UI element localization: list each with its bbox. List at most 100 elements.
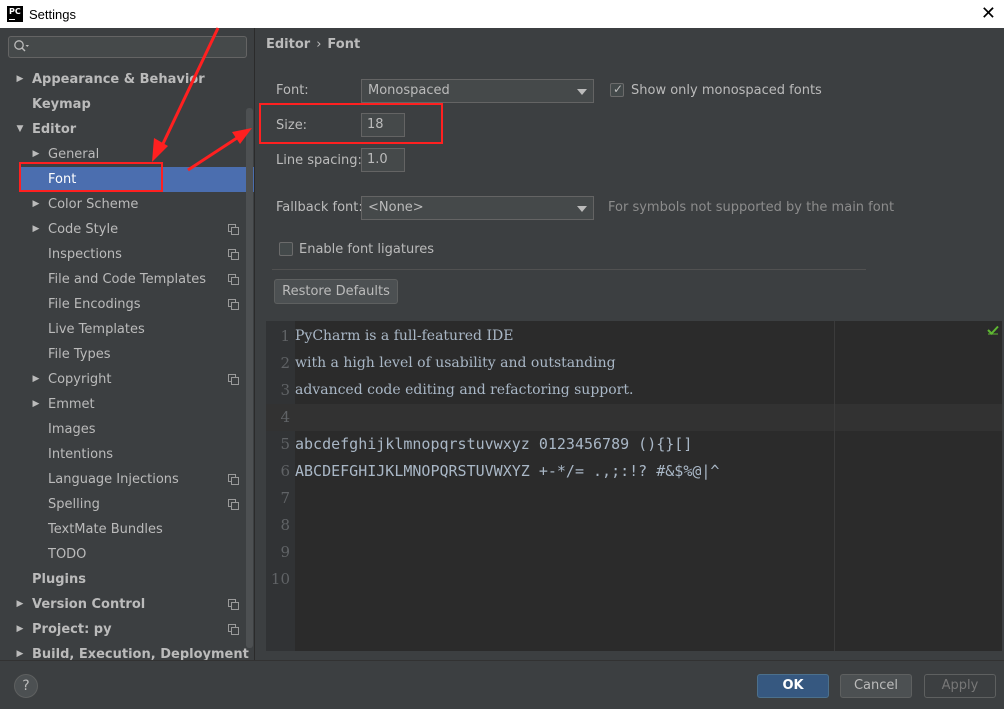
caret-row-highlight: [266, 404, 1002, 431]
chevron-right-icon[interactable]: ▶: [14, 592, 26, 617]
cancel-button[interactable]: Cancel: [840, 674, 912, 698]
project-scope-icon: [228, 299, 239, 310]
restore-defaults-button[interactable]: Restore Defaults: [274, 279, 398, 304]
sidebar-item-label: File and Code Templates: [48, 272, 206, 287]
fallback-font-label: Fallback font:: [276, 200, 363, 215]
sidebar-item-live-templates[interactable]: Live Templates: [0, 317, 254, 342]
preview-text: with a high level of usability and outst…: [295, 355, 616, 371]
line-number: 2: [280, 354, 290, 372]
sidebar-item-intentions[interactable]: Intentions: [0, 442, 254, 467]
sidebar-item-file-encodings[interactable]: File Encodings: [0, 292, 254, 317]
sidebar-item-spelling[interactable]: Spelling: [0, 492, 254, 517]
help-button[interactable]: ?: [14, 674, 38, 698]
sidebar-item-label: Intentions: [48, 447, 114, 462]
chevron-down-icon: [577, 206, 587, 212]
line-number: 4: [280, 408, 290, 426]
preview-text: advanced code editing and refactoring su…: [295, 382, 634, 398]
show-monospaced-label: Show only monospaced fonts: [631, 83, 822, 98]
sidebar-item-label: Editor: [32, 122, 77, 137]
sidebar-item-label: Inspections: [48, 247, 122, 262]
window-title: Settings: [29, 6, 76, 22]
font-label: Font:: [276, 83, 309, 98]
search-icon: [14, 40, 29, 52]
sidebar-item-editor[interactable]: ▼ Editor: [0, 117, 254, 142]
sidebar-item-language-injections[interactable]: Language Injections: [0, 467, 254, 492]
annotation-box-size: [259, 103, 443, 144]
font-preview-editor[interactable]: 1 PyCharm is a full-featured IDE 2 with a h…: [266, 321, 1002, 651]
sidebar-item-project-py[interactable]: ▶ Project: py: [0, 617, 254, 642]
fallback-font-value: <None>: [368, 200, 424, 215]
sidebar-scrollbar[interactable]: [246, 108, 253, 648]
chevron-down-icon: [577, 89, 587, 95]
line-number: 7: [280, 489, 290, 507]
preview-text: ABCDEFGHIJKLMNOPQRSTUVWXYZ +-*/= .,;:!? …: [295, 462, 720, 480]
sidebar-item-keymap[interactable]: Keymap: [0, 92, 254, 117]
sidebar-item-copyright[interactable]: ▶ Copyright: [0, 367, 254, 392]
line-number: 6: [280, 462, 290, 480]
dialog-footer: ? OK Cancel Apply: [0, 660, 1004, 709]
font-ligatures-label: Enable font ligatures: [299, 242, 435, 257]
sidebar-item-label: TODO: [48, 547, 87, 562]
ok-button[interactable]: OK: [757, 674, 829, 698]
chevron-right-icon[interactable]: ▶: [14, 617, 26, 642]
sidebar-item-appearance-behavior[interactable]: ▶ Appearance & Behavior: [0, 67, 254, 92]
show-monospaced-checkbox[interactable]: ✓: [610, 82, 624, 97]
sidebar-item-code-style[interactable]: ▶ Code Style: [0, 217, 254, 242]
line-number: 3: [280, 381, 290, 399]
sidebar-item-label: Spelling: [48, 497, 100, 512]
apply-button[interactable]: Apply: [924, 674, 996, 698]
line-number: 1: [280, 327, 290, 345]
sidebar-item-label: Appearance & Behavior: [32, 72, 205, 87]
sidebar-item-textmate-bundles[interactable]: TextMate Bundles: [0, 517, 254, 542]
sidebar-item-inspections[interactable]: Inspections: [0, 242, 254, 267]
sidebar-item-file-and-code-templates[interactable]: File and Code Templates: [0, 267, 254, 292]
sidebar-item-file-types[interactable]: File Types: [0, 342, 254, 367]
sidebar-item-label: Build, Execution, Deployment: [32, 647, 249, 660]
divider: [272, 269, 866, 270]
project-scope-icon: [228, 499, 239, 510]
sidebar-item-color-scheme[interactable]: ▶ Color Scheme: [0, 192, 254, 217]
sidebar-item-label: Copyright: [48, 372, 112, 387]
breadcrumb-parent: Editor: [266, 37, 311, 52]
project-scope-icon: [228, 624, 239, 635]
chevron-right-icon[interactable]: ▶: [30, 392, 42, 417]
close-icon[interactable]: ✕: [981, 3, 996, 24]
sidebar-item-label: Color Scheme: [48, 197, 139, 212]
font-dropdown[interactable]: Monospaced: [361, 79, 594, 103]
chevron-right-icon[interactable]: ▶: [14, 642, 26, 660]
sidebar-item-label: Keymap: [32, 97, 91, 112]
sidebar-item-todo[interactable]: TODO: [0, 542, 254, 567]
sidebar-item-plugins[interactable]: Plugins: [0, 567, 254, 592]
right-margin-guide: [834, 321, 835, 651]
fallback-font-hint: For symbols not supported by the main fo…: [608, 200, 895, 215]
line-spacing-field[interactable]: 1.0: [361, 148, 405, 172]
chevron-right-icon[interactable]: ▶: [14, 67, 26, 92]
sidebar-item-label: Live Templates: [48, 322, 145, 337]
check-icon: [987, 325, 999, 335]
breadcrumb-separator: ›: [316, 37, 322, 52]
sidebar-item-label: File Types: [48, 347, 111, 362]
chevron-down-icon[interactable]: ▼: [14, 117, 26, 142]
line-number: 8: [280, 516, 290, 534]
chevron-right-icon[interactable]: ▶: [30, 217, 42, 242]
project-scope-icon: [228, 224, 239, 235]
sidebar-item-label: Project: py: [32, 622, 112, 637]
sidebar-item-label: Plugins: [32, 572, 86, 587]
preview-text: PyCharm is a full-featured IDE: [295, 328, 514, 344]
fallback-font-dropdown[interactable]: <None>: [361, 196, 594, 220]
sidebar-item-version-control[interactable]: ▶ Version Control: [0, 592, 254, 617]
sidebar-item-label: TextMate Bundles: [48, 522, 163, 537]
sidebar-item-emmet[interactable]: ▶ Emmet: [0, 392, 254, 417]
breadcrumb: Editor › Font: [266, 37, 360, 52]
settings-tree: ▶ Appearance & Behavior Keymap ▼ Editor ▶ Gene…: [0, 67, 254, 660]
font-ligatures-checkbox[interactable]: [279, 242, 293, 256]
chevron-right-icon[interactable]: ▶: [30, 367, 42, 392]
chevron-right-icon[interactable]: ▶: [30, 192, 42, 217]
font-dropdown-value: Monospaced: [368, 83, 450, 98]
search-input[interactable]: [8, 36, 247, 58]
preview-horizontal-scrollbar[interactable]: [266, 651, 1002, 658]
sidebar-item-build-execution-deployment[interactable]: ▶ Build, Execution, Deployment: [0, 642, 254, 660]
sidebar-item-images[interactable]: Images: [0, 417, 254, 442]
sidebar-item-label: File Encodings: [48, 297, 141, 312]
settings-sidebar: ▶ Appearance & Behavior Keymap ▼ Editor ▶ Gene…: [0, 28, 255, 660]
